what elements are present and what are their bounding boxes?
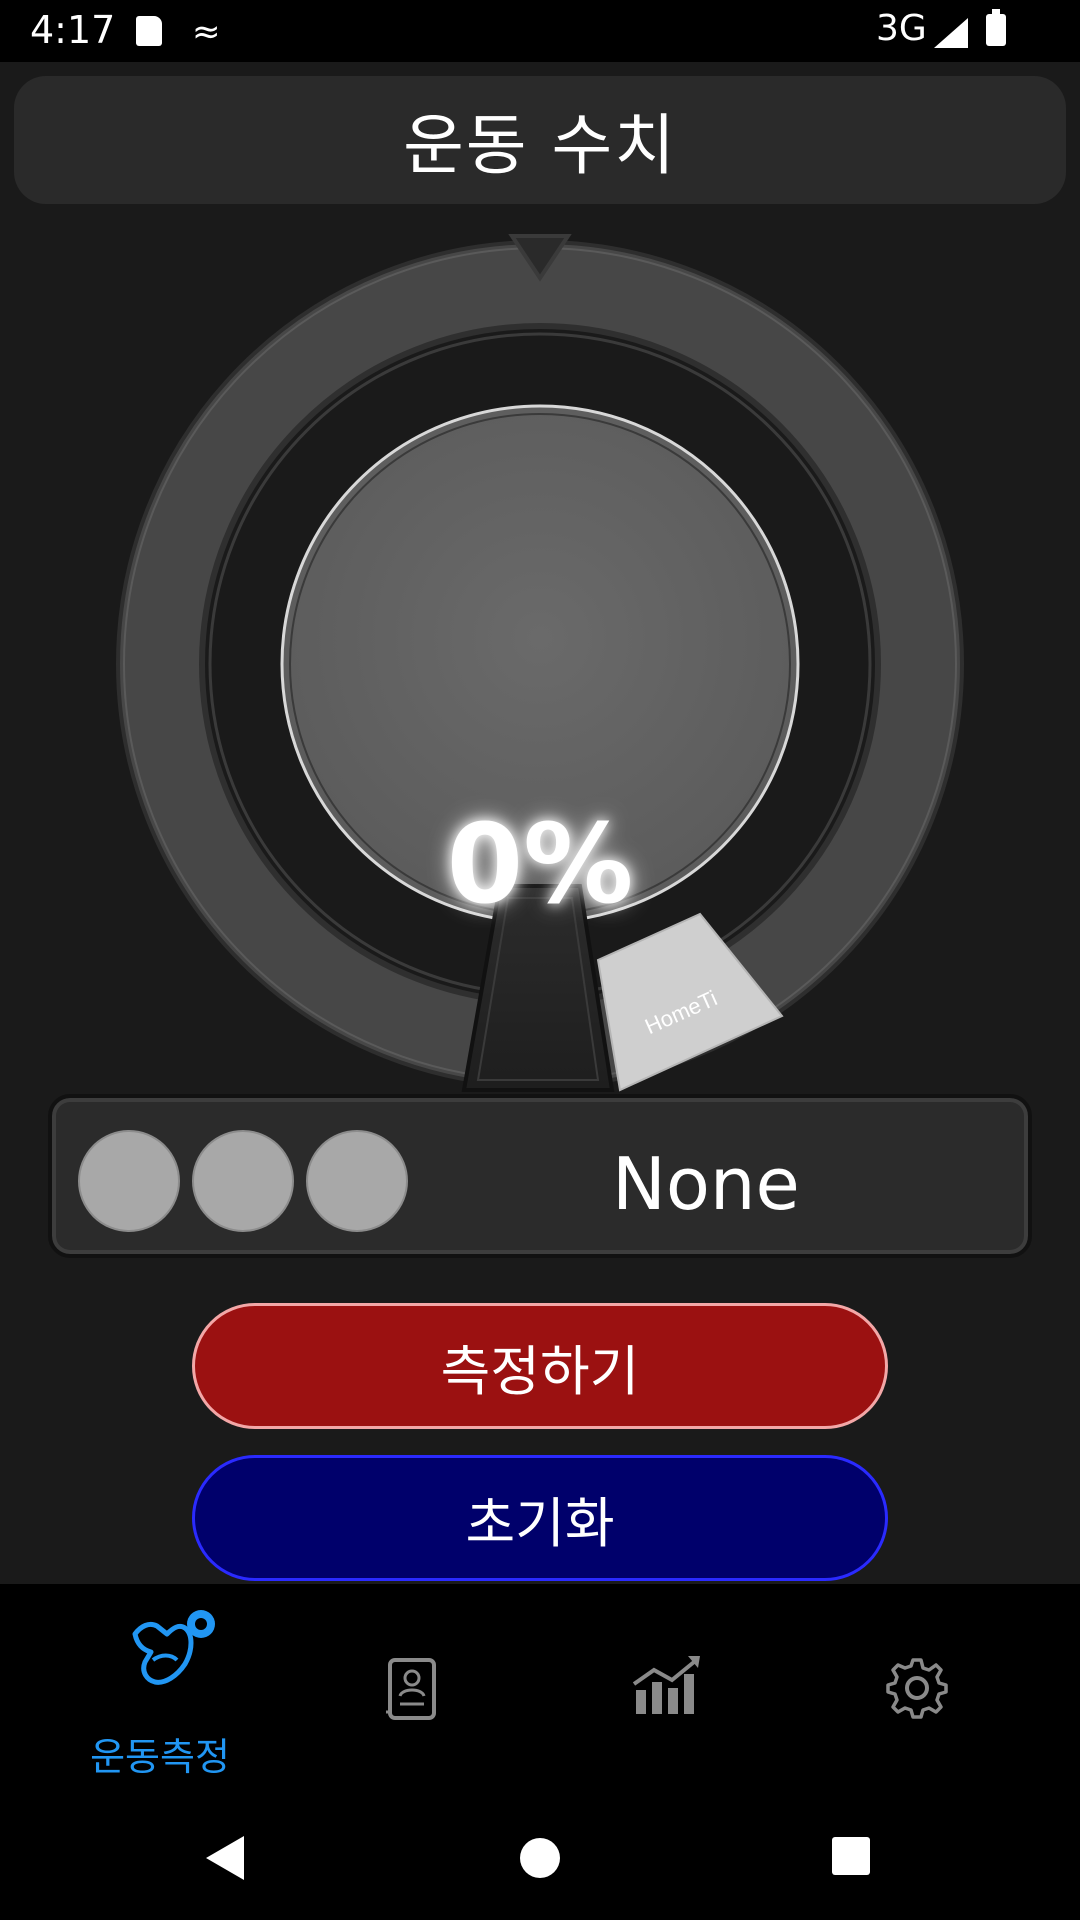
indicator-dot	[306, 1130, 408, 1232]
profile-document-icon	[386, 1658, 436, 1720]
recent-apps-icon[interactable]	[832, 1837, 870, 1875]
reset-button[interactable]: 초기화	[192, 1455, 888, 1581]
progress-gauge: HomeTi 0%	[0, 220, 1080, 1100]
home-icon[interactable]	[520, 1838, 560, 1878]
signal-icon	[934, 18, 968, 48]
indicator-dot	[78, 1130, 180, 1232]
nav-item-chart[interactable]	[532, 1584, 802, 1780]
progress-percent: 0%	[446, 800, 634, 928]
bottom-nav: 운동측정	[0, 1584, 1080, 1780]
muscle-arm-icon	[132, 1610, 215, 1685]
network-type: 3G	[876, 8, 927, 49]
sd-card-icon	[136, 16, 162, 46]
debug-icon: ≈	[192, 12, 221, 52]
page-title: 운동 수치	[403, 107, 677, 184]
indicator-dot	[192, 1130, 294, 1232]
chart-trend-icon	[632, 1656, 700, 1714]
header-bar: 운동 수치	[14, 76, 1066, 204]
gauge-graphic: HomeTi	[116, 234, 964, 1092]
nav-item-measure[interactable]: 운동측정	[25, 1584, 295, 1780]
status-value: None	[612, 1142, 800, 1226]
status-bar: 4:17 ≈ 3G	[0, 0, 1080, 62]
nav-item-profile[interactable]	[278, 1584, 548, 1780]
system-nav-bar	[0, 1780, 1080, 1920]
gear-icon	[886, 1658, 948, 1719]
status-panel: None	[48, 1094, 1032, 1258]
status-time: 4:17	[30, 8, 116, 52]
battery-icon	[986, 9, 1006, 46]
measure-button[interactable]: 측정하기	[192, 1303, 888, 1429]
back-icon[interactable]	[206, 1836, 244, 1880]
nav-item-settings[interactable]	[785, 1584, 1055, 1780]
nav-label-measure: 운동측정	[90, 1735, 230, 1779]
